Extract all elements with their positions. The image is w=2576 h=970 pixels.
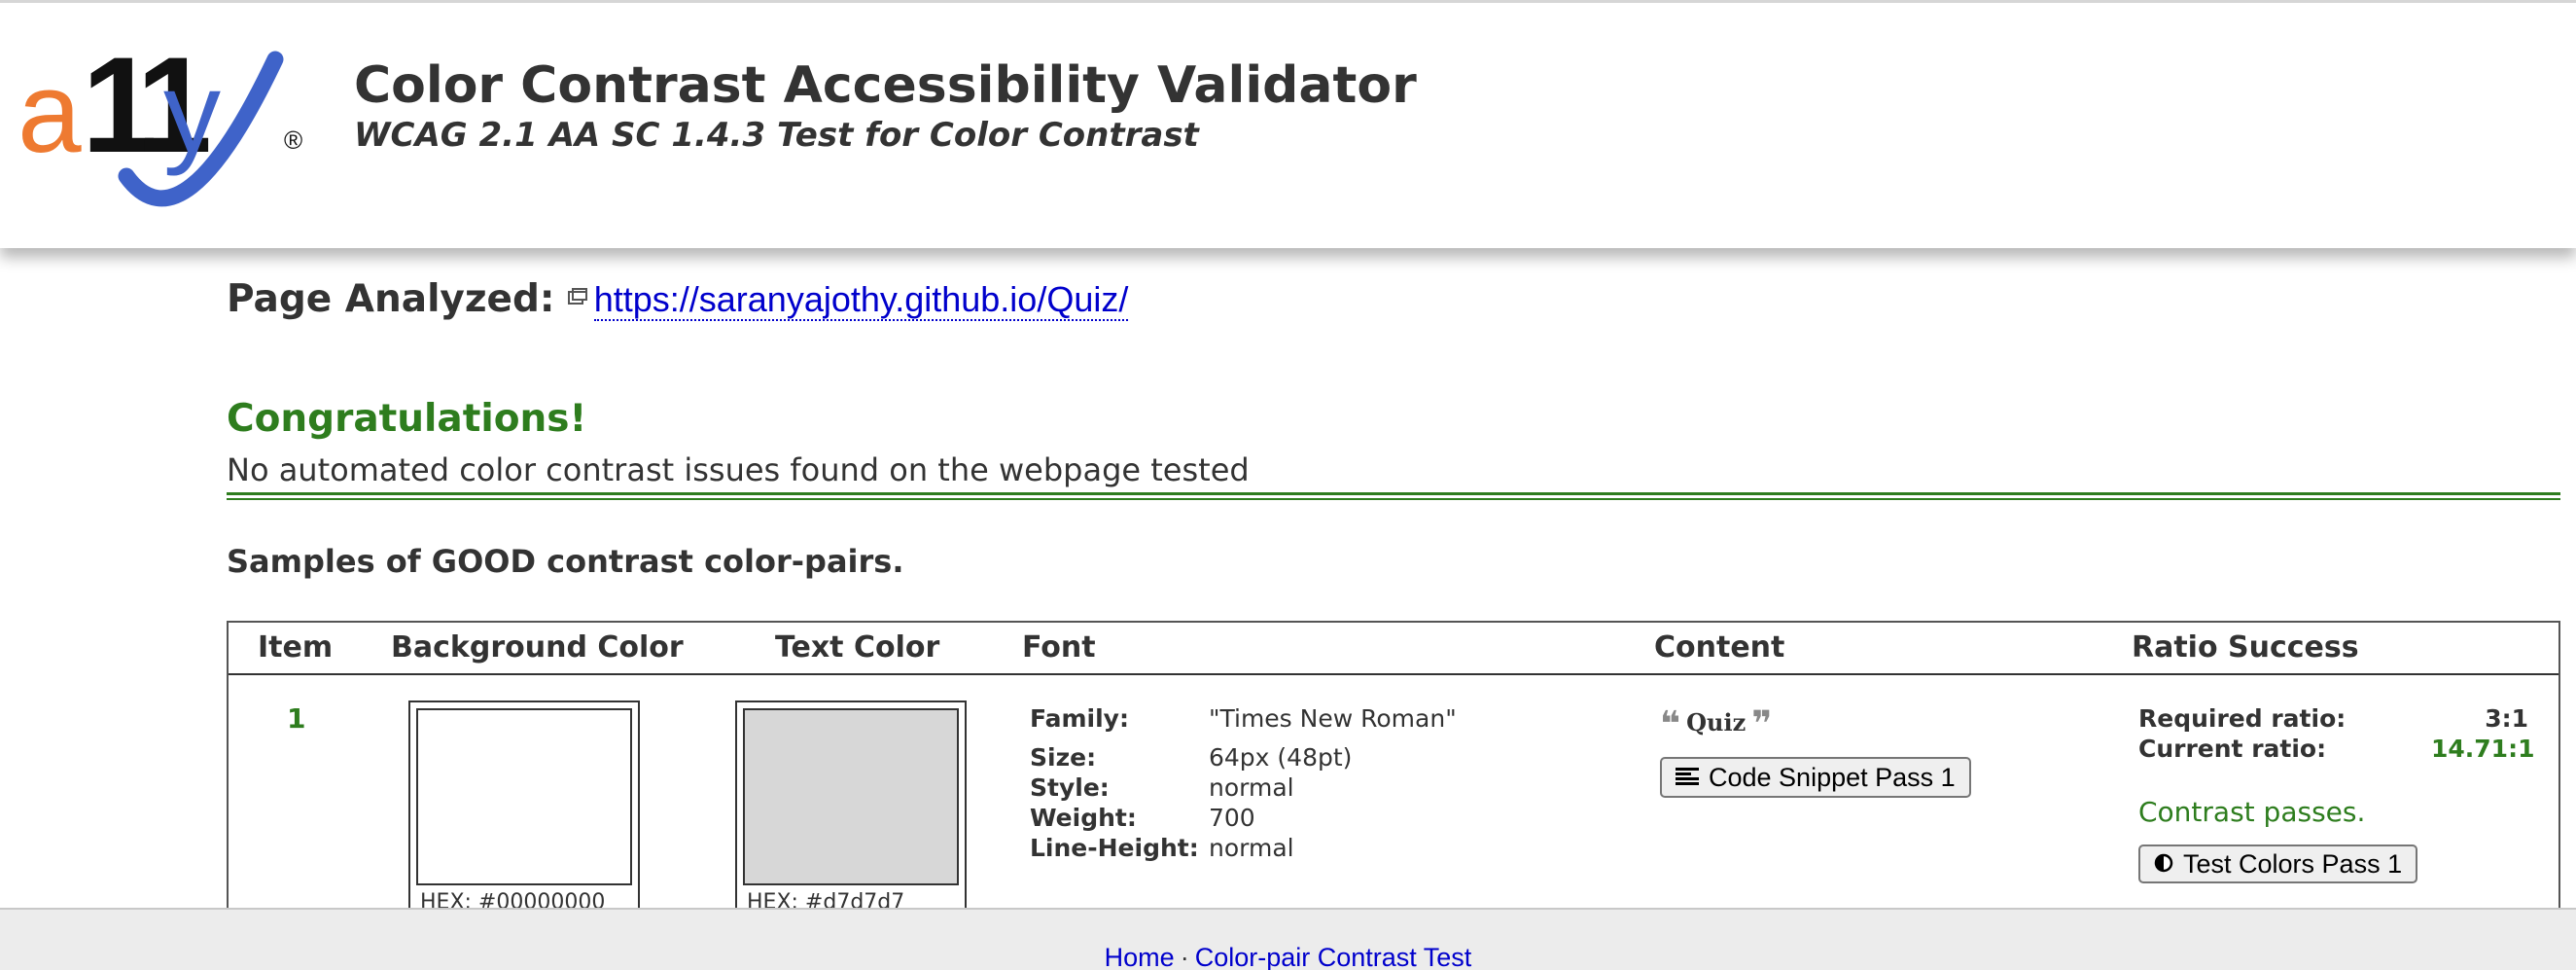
footer-links: Home · Color-pair Contrast Test	[0, 943, 2576, 970]
open-quote-icon: ❝	[1660, 704, 1681, 744]
column-header-font: Font	[1022, 630, 1096, 665]
app-subtitle: WCAG 2.1 AA SC 1.4.3 Test for Color Cont…	[354, 116, 1199, 155]
font-style-value: normal	[1209, 773, 1294, 802]
text-color-sample	[743, 708, 959, 885]
text-color-swatch[interactable]: HEX: #d7d7d7	[735, 701, 967, 915]
divider	[227, 498, 2560, 500]
result-heading: Congratulations!	[227, 397, 587, 441]
page-analyzed: Page Analyzed: https://saranyajothy.gith…	[227, 277, 1129, 321]
close-quote-icon: ❞	[1751, 704, 1773, 744]
divider	[227, 492, 2560, 495]
background-color-swatch[interactable]: HEX: #00000000	[408, 701, 640, 915]
column-header-content: Content	[1654, 630, 1785, 665]
column-header-text-color: Text Color	[775, 630, 940, 665]
line-height-label: Line-Height:	[1030, 834, 1199, 862]
required-ratio-label: Required ratio:	[2138, 704, 2347, 733]
test-colors-button[interactable]: Test Colors Pass 1	[2138, 844, 2418, 883]
font-size-label: Size:	[1030, 743, 1097, 772]
background-color-sample	[416, 708, 632, 885]
footer-home-link[interactable]: Home	[1105, 943, 1175, 970]
external-window-icon	[567, 287, 587, 311]
footer-separator: ·	[1180, 943, 1189, 970]
site-footer: Home · Color-pair Contrast Test	[0, 908, 2576, 970]
column-header-ratio-success: Ratio Success	[2132, 630, 2359, 665]
column-header-background-color: Background Color	[391, 630, 684, 665]
code-snippet-button-label: Code Snippet Pass 1	[1709, 762, 1956, 792]
registered-mark: ®	[284, 126, 302, 155]
code-snippet-button[interactable]: Code Snippet Pass 1	[1660, 757, 1971, 798]
current-ratio-label: Current ratio:	[2138, 735, 2327, 763]
logo-y: y	[163, 49, 221, 177]
item-number: 1	[287, 702, 306, 735]
font-size-value: 64px (48pt)	[1209, 743, 1353, 772]
column-header-item: Item	[258, 630, 334, 665]
app-title: Color Contrast Accessibility Validator	[354, 56, 1417, 115]
result-message: No automated color contrast issues found…	[227, 451, 1250, 488]
page-analyzed-label: Page Analyzed:	[227, 277, 555, 321]
font-family-label: Family:	[1030, 704, 1129, 733]
site-header: a 11 y ® Color Contrast Accessibility Va…	[0, 0, 2576, 248]
font-weight-label: Weight:	[1030, 804, 1137, 832]
required-ratio-value: 3:1	[2485, 704, 2528, 733]
samples-heading: Samples of GOOD contrast color-pairs.	[227, 543, 904, 580]
contrast-icon	[2154, 849, 2173, 880]
footer-contrast-test-link[interactable]: Color-pair Contrast Test	[1195, 943, 1472, 970]
font-family-value: "Times New Roman"	[1209, 704, 1457, 733]
table-header-row: Item Background Color Text Color Font Co…	[229, 623, 2558, 675]
a11y-logo-graphic: a 11 y ®	[18, 28, 302, 207]
logo-a: a	[18, 49, 82, 177]
analyzed-url-link[interactable]: https://saranyajothy.github.io/Quiz/	[593, 278, 1129, 321]
line-height-value: normal	[1209, 834, 1294, 862]
contrast-status: Contrast passes.	[2138, 796, 2366, 828]
current-ratio-value: 14.71:1	[2431, 735, 2535, 763]
a11y-logo[interactable]: a 11 y ®	[18, 28, 309, 225]
content-sample: ❝ Quiz ❞	[1660, 704, 1772, 744]
font-weight-value: 700	[1209, 804, 1255, 832]
content-text: Quiz	[1686, 708, 1747, 736]
font-style-label: Style:	[1030, 773, 1110, 802]
test-colors-button-label: Test Colors Pass 1	[2183, 848, 2403, 879]
text-align-icon	[1676, 763, 1699, 793]
